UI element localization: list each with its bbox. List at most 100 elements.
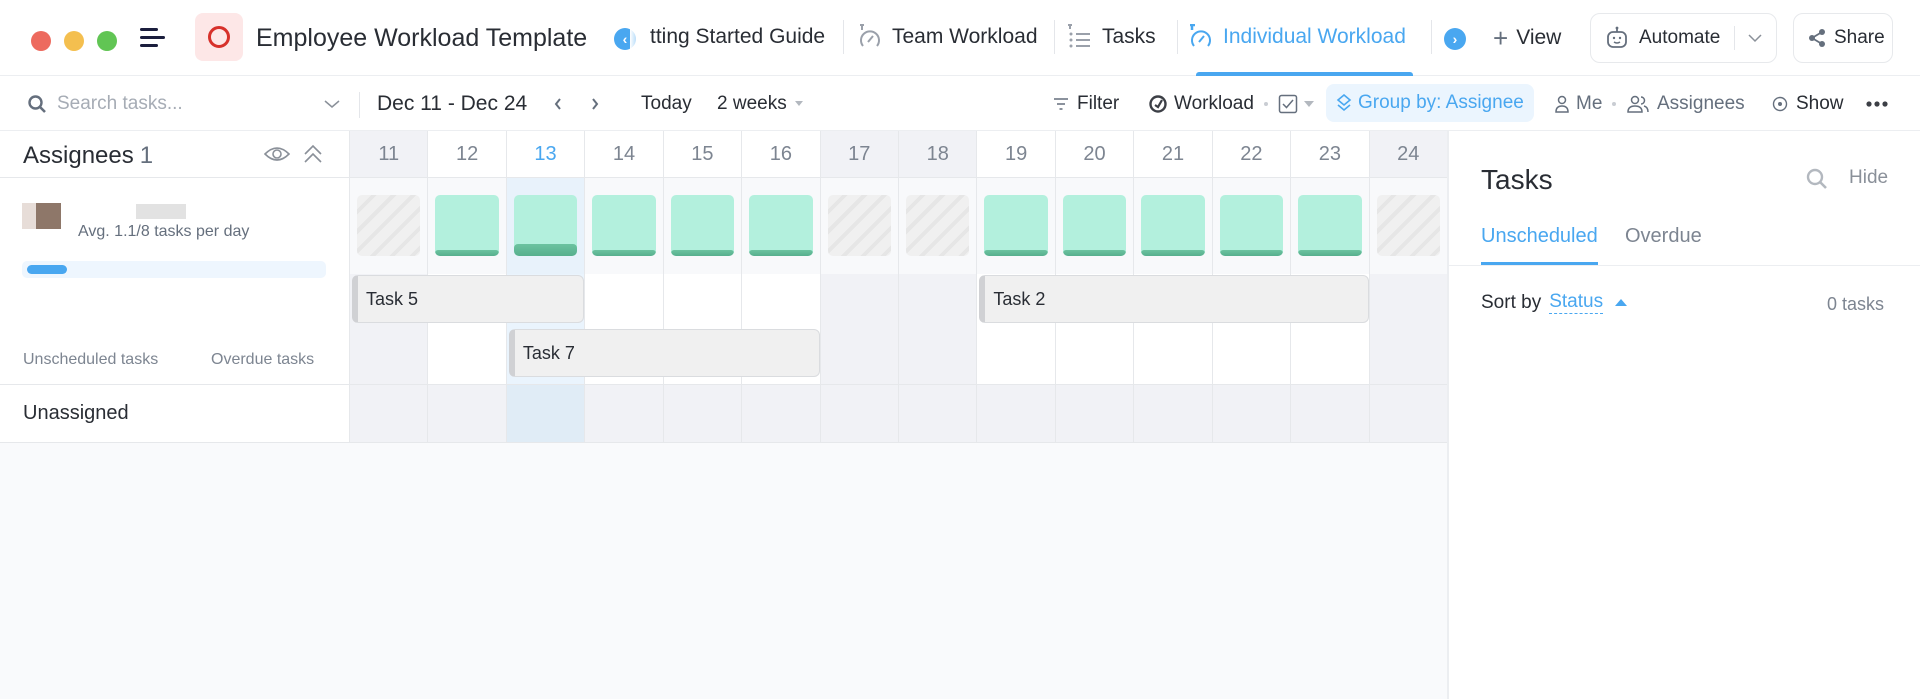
chevron-down-icon[interactable] xyxy=(1747,33,1763,43)
day-capacity-cell[interactable] xyxy=(1212,178,1291,274)
workload-button[interactable]: Workload xyxy=(1148,76,1314,131)
add-view-button[interactable]: + View xyxy=(1493,22,1561,54)
collapse-all-icon[interactable] xyxy=(303,144,323,164)
previous-range-button[interactable] xyxy=(552,76,564,131)
range-select[interactable]: 2 weeks xyxy=(717,76,803,131)
unassigned-day-cell[interactable] xyxy=(742,384,820,443)
overdue-tasks-link[interactable]: Overdue tasks xyxy=(211,351,314,369)
day-capacity-cell[interactable] xyxy=(1055,178,1134,274)
unassigned-day-cell[interactable] xyxy=(820,384,898,443)
sidebar-toggle-icon[interactable] xyxy=(140,28,166,48)
tab-overdue[interactable]: Overdue xyxy=(1625,225,1702,262)
day-capacity-cell[interactable] xyxy=(663,178,742,274)
group-by-button[interactable]: Group by: Assignee xyxy=(1326,84,1534,122)
filter-icon xyxy=(1053,97,1069,111)
tab-individual-workload[interactable]: Individual Workload xyxy=(1187,22,1406,52)
used-capacity-bar xyxy=(1141,249,1205,256)
unassigned-day-cell[interactable] xyxy=(428,384,506,443)
checkbox-icon[interactable] xyxy=(1278,94,1298,114)
automate-button[interactable]: Automate xyxy=(1590,13,1777,63)
unassigned-day-cell[interactable] xyxy=(585,384,663,443)
window-maximize-button[interactable] xyxy=(97,31,117,51)
caret-down-icon[interactable] xyxy=(1303,100,1314,107)
search-options-chevron-icon[interactable] xyxy=(323,76,341,131)
day-task-cell[interactable] xyxy=(820,274,898,384)
task-name: Task 7 xyxy=(522,342,575,363)
range-select-value: 2 weeks xyxy=(717,92,787,114)
non-working-day-block xyxy=(357,195,421,256)
automate-label: Automate xyxy=(1639,27,1721,48)
me-filter-button[interactable]: Me xyxy=(1554,76,1602,131)
unscheduled-tasks-link[interactable]: Unscheduled tasks xyxy=(23,351,158,369)
workspace-logo-icon[interactable] xyxy=(195,13,243,61)
day-capacity-cell[interactable] xyxy=(977,178,1055,274)
filter-button[interactable]: Filter xyxy=(1053,76,1119,131)
unassigned-day-cell[interactable] xyxy=(350,384,428,443)
tabs-scroll-right-button[interactable]: › xyxy=(1444,28,1466,50)
day-capacity-cell[interactable] xyxy=(742,178,820,274)
window-close-button[interactable] xyxy=(31,31,51,51)
assignee-load-fill xyxy=(27,265,68,274)
search-box[interactable] xyxy=(27,76,327,131)
unassigned-day-cell[interactable] xyxy=(1291,384,1369,443)
today-button[interactable]: Today xyxy=(641,76,692,131)
assignees-filter-button[interactable]: Assignees xyxy=(1627,76,1745,131)
day-capacity-cell[interactable] xyxy=(899,178,977,274)
unassigned-row[interactable]: Unassigned xyxy=(0,384,350,443)
unassigned-day-cell[interactable] xyxy=(1369,384,1447,443)
more-options-icon[interactable] xyxy=(1866,76,1888,131)
assignee-avatar[interactable] xyxy=(22,203,61,229)
day-task-cell[interactable] xyxy=(899,274,977,384)
unassigned-day-cell[interactable] xyxy=(899,384,977,443)
capacity-block xyxy=(1062,195,1127,256)
tab-divider xyxy=(1431,20,1432,54)
tab-label: Tasks xyxy=(1102,25,1156,48)
day-capacity-cell[interactable] xyxy=(1134,178,1212,274)
unassigned-day-cell[interactable] xyxy=(1055,384,1134,443)
eye-icon[interactable] xyxy=(264,145,290,163)
next-range-button[interactable] xyxy=(589,76,601,131)
unassigned-day-cell[interactable] xyxy=(506,384,585,443)
tab-getting-started-guide[interactable]: tting Started Guide xyxy=(650,22,825,52)
used-capacity-bar xyxy=(435,249,499,256)
assignees-panel: Assignees 1 Avg. 1.1/8 tasks per day Unsc… xyxy=(0,131,350,443)
tab-label: Individual Workload xyxy=(1223,25,1406,48)
assignees-title-label: Assignees xyxy=(23,142,134,169)
task-bar[interactable]: Task 7 xyxy=(508,329,820,377)
day-capacity-cell[interactable] xyxy=(428,178,506,274)
day-capacity-cell[interactable] xyxy=(506,178,585,274)
hide-panel-button[interactable]: Hide xyxy=(1849,167,1888,189)
day-header: 21 xyxy=(1134,131,1212,178)
sort-field-button[interactable]: Status xyxy=(1549,291,1604,314)
unassigned-day-cell[interactable] xyxy=(1134,384,1212,443)
tab-team-workload[interactable]: Team Workload xyxy=(856,22,1038,52)
day-header: 17 xyxy=(820,131,898,178)
non-working-day-block xyxy=(906,195,970,256)
unassigned-day-cell[interactable] xyxy=(663,384,742,443)
window-minimize-button[interactable] xyxy=(64,31,84,51)
capacity-block xyxy=(670,195,735,256)
unassigned-day-cell[interactable] xyxy=(1212,384,1291,443)
day-capacity-cell[interactable] xyxy=(350,178,428,274)
day-capacity-cell[interactable] xyxy=(820,178,898,274)
caret-down-icon xyxy=(794,101,803,106)
search-icon[interactable] xyxy=(1805,167,1831,193)
day-column: 18 xyxy=(899,131,978,443)
share-button[interactable]: Share xyxy=(1793,13,1893,63)
unassigned-day-cell[interactable] xyxy=(977,384,1055,443)
non-working-day-block xyxy=(827,195,891,256)
show-button[interactable]: Show xyxy=(1772,76,1844,131)
task-bar[interactable]: Task 5 xyxy=(352,275,585,323)
tab-unscheduled[interactable]: Unscheduled xyxy=(1481,225,1598,265)
day-capacity-cell[interactable] xyxy=(585,178,663,274)
search-input[interactable] xyxy=(57,92,327,115)
sort-ascending-icon[interactable] xyxy=(1615,299,1628,306)
day-column: 16 xyxy=(742,131,821,443)
day-capacity-cell[interactable] xyxy=(1291,178,1369,274)
day-task-cell[interactable] xyxy=(1369,274,1447,384)
task-bar[interactable]: Task 2 xyxy=(979,275,1369,323)
gauge-icon xyxy=(1187,23,1213,50)
non-working-day-block xyxy=(1376,195,1440,256)
day-capacity-cell[interactable] xyxy=(1369,178,1447,274)
tab-tasks[interactable]: Tasks xyxy=(1066,22,1156,52)
